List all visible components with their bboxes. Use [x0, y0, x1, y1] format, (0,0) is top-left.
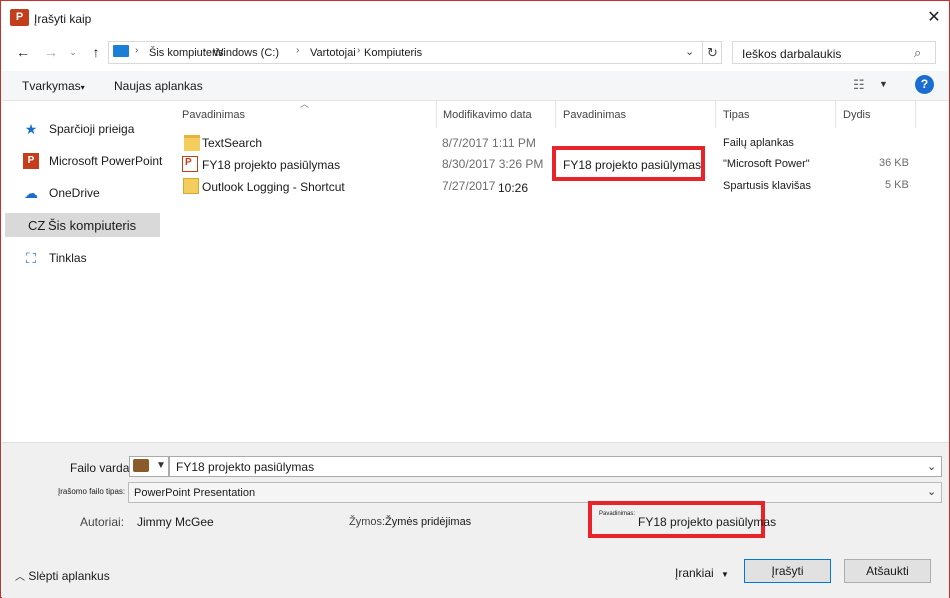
cancel-button[interactable]: Atšaukti: [844, 559, 931, 583]
sidebar-item-label: Microsoft PowerPoint: [49, 154, 163, 168]
chevron-down-icon[interactable]: ⌄: [927, 460, 936, 473]
file-type: Spartusis klavišas: [723, 180, 812, 192]
column-divider[interactable]: [436, 101, 437, 128]
column-divider[interactable]: [555, 101, 556, 128]
hide-folders-button[interactable]: ︿ Slėpti aplankus: [15, 568, 110, 583]
authors-value[interactable]: Jimmy McGee: [137, 515, 214, 529]
tools-label: Įrankiai: [675, 566, 714, 580]
window-title: Įrašyti kaip: [34, 12, 92, 26]
column-divider[interactable]: [915, 101, 916, 128]
file-name: FY18 projekto pasiūlymas: [202, 158, 341, 172]
save-button[interactable]: Įrašyti: [744, 559, 831, 583]
file-size: 5 KB: [885, 179, 909, 191]
hide-folders-label: Slėpti aplankus: [28, 569, 110, 583]
close-button[interactable]: ✕: [923, 7, 945, 29]
breadcrumb-separator-icon: ›: [203, 45, 207, 56]
file-type: Failų aplankas: [723, 137, 794, 149]
file-time: 10:26: [498, 181, 529, 195]
file-name: TextSearch: [202, 136, 263, 150]
file-date: 8/7/2017 1:11 PM: [442, 136, 536, 150]
organize-button[interactable]: Tvarkymas▾: [22, 79, 85, 93]
tags-value[interactable]: Žymės pridėjimas: [385, 516, 471, 528]
address-dropdown-icon[interactable]: ⌄: [685, 45, 694, 58]
chevron-up-icon: ︿: [15, 572, 25, 583]
network-icon: ⛶: [26, 250, 36, 266]
tags-label: Žymos:: [349, 516, 386, 528]
sort-ascending-icon: ︿: [300, 99, 310, 109]
authors-label: Autoriai:: [80, 515, 125, 529]
sidebar-item-label: OneDrive: [49, 186, 100, 200]
refresh-button[interactable]: ↻: [702, 42, 722, 63]
caret-down-icon: ▼: [156, 460, 166, 471]
file-name: Outlook Logging - Shortcut: [202, 180, 345, 194]
folder-icon: [184, 135, 200, 151]
breadcrumb-separator-icon: ›: [357, 45, 361, 56]
search-placeholder: Ieškos darbalaukis: [742, 47, 842, 61]
back-button[interactable]: ←: [13, 42, 33, 62]
column-header-name[interactable]: Pavadinimas: [182, 109, 245, 121]
caret-down-icon: ▼: [721, 570, 729, 579]
chevron-down-icon[interactable]: ⌄: [927, 485, 936, 498]
shortcut-icon: [183, 178, 199, 194]
close-icon: ✕: [927, 9, 941, 26]
help-icon[interactable]: ?: [915, 75, 934, 94]
title-label: Pavadinimas:: [599, 511, 636, 517]
powerpoint-file-icon: [182, 156, 198, 172]
briefcase-icon: [133, 459, 149, 472]
column-header-type[interactable]: Tipas: [723, 109, 750, 121]
breadcrumb-computer[interactable]: Kompiuteris: [364, 47, 422, 59]
breadcrumb-users[interactable]: Vartotojai: [310, 47, 356, 59]
filename-value: FY18 projekto pasiūlymas: [176, 460, 315, 474]
sidebar-item-label: Tinklas: [49, 251, 87, 265]
column-header-date[interactable]: Modifikavimo data: [443, 109, 532, 121]
arrow-up-icon: ↑: [92, 44, 100, 60]
sidebar-item-label: Šis kompiuteris: [48, 218, 137, 233]
forward-button[interactable]: →: [41, 42, 61, 62]
title-value[interactable]: FY18 projekto pasiūlymas: [638, 515, 776, 529]
tools-button[interactable]: Įrankiai ▼: [675, 566, 729, 580]
save-as-dialog: P Įrašyti kaip ✕ ← → ⌄ ↑ › Šis kompiuter…: [0, 0, 950, 598]
computer-icon: [113, 45, 129, 57]
filetype-label: Įrašomo failo tipas:: [58, 487, 126, 496]
search-icon[interactable]: ⌕: [914, 45, 921, 61]
powerpoint-icon: P: [23, 153, 39, 169]
file-title: FY18 projekto pasiūlymas: [563, 158, 702, 172]
view-options-icon[interactable]: ☷: [853, 77, 865, 93]
column-divider[interactable]: [835, 101, 836, 128]
breadcrumb-separator-icon: ›: [135, 45, 139, 56]
sidebar-item-label: Sparčioji prieiga: [49, 122, 135, 136]
title-bar: [1, 1, 949, 35]
caret-down-icon: ▾: [80, 83, 85, 92]
organize-label: Tvarkymas: [22, 79, 81, 93]
file-date: 8/30/2017 3:26 PM: [442, 157, 544, 171]
recent-locations-button[interactable]: ⌄: [63, 42, 83, 62]
file-type: "Microsoft Power": [723, 158, 810, 170]
star-icon: ★: [24, 121, 38, 137]
cloud-icon: ☁: [24, 185, 38, 201]
up-button[interactable]: ↑: [86, 42, 106, 62]
arrow-right-icon: →: [44, 44, 58, 60]
new-folder-button[interactable]: Naujas aplankas: [114, 79, 203, 93]
column-divider[interactable]: [715, 101, 716, 128]
sidebar-item-prefix: CZ: [28, 218, 46, 233]
file-row[interactable]: [176, 133, 916, 154]
column-header-size[interactable]: Dydis: [843, 109, 871, 121]
filetype-value: PowerPoint Presentation: [134, 487, 256, 499]
powerpoint-app-icon: P: [10, 9, 29, 26]
refresh-icon: ↻: [707, 45, 718, 60]
breadcrumb-drive[interactable]: Windows (C:): [213, 47, 279, 59]
column-header-title[interactable]: Pavadinimas: [563, 109, 626, 121]
breadcrumb-separator-icon: ›: [296, 45, 300, 56]
arrow-left-icon: ←: [16, 44, 30, 60]
file-date: 7/27/2017: [442, 179, 496, 193]
view-dropdown-icon[interactable]: ▼: [879, 79, 888, 89]
file-size: 36 KB: [879, 157, 909, 169]
chevron-down-icon: ⌄: [69, 47, 77, 57]
